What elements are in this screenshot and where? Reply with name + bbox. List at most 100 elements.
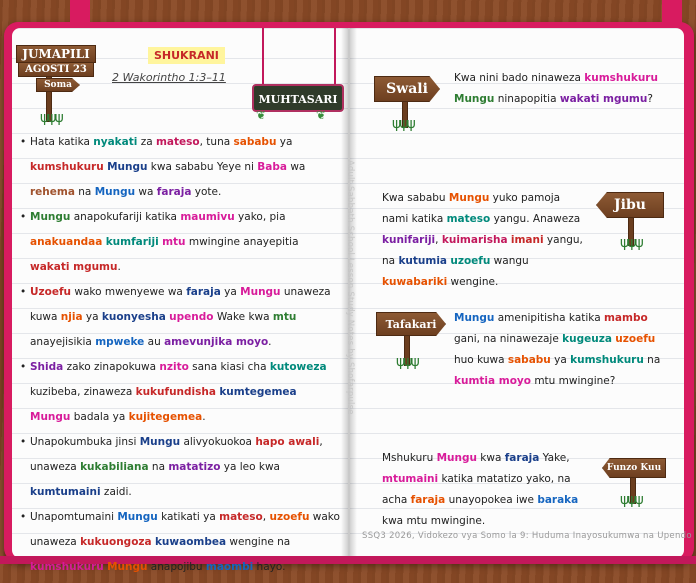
highlighted-word: Uzoefu <box>30 286 72 298</box>
highlighted-word: kukabiliana <box>80 461 149 473</box>
text-segment: zako zinapokuwa <box>63 361 160 373</box>
highlighted-word: amevunjika moyo <box>164 336 269 348</box>
highlighted-word: sababu <box>507 354 551 366</box>
text-segment: yote. <box>191 186 222 198</box>
highlighted-word: baraka <box>537 494 579 506</box>
lesson-footer: SSQ3 2026, Vidokezo vya Somo la 9: Hudum… <box>362 531 692 541</box>
reflection-sign: Tafakari <box>376 312 446 336</box>
text-segment: Hata katika <box>30 136 94 148</box>
highlighted-word: mtu <box>162 236 186 248</box>
highlighted-word: kumfariji <box>105 236 159 248</box>
question-text: Kwa nini bado ninaweza kumshukuru Mungu … <box>454 68 676 110</box>
highlighted-word: sababu <box>233 136 277 148</box>
text-segment: unayopokea iwe <box>445 494 538 506</box>
text-segment: sana kiasi cha <box>188 361 270 373</box>
text-segment: ya <box>220 286 241 298</box>
highlighted-word: kumshukuru <box>30 161 104 173</box>
highlighted-word: kutoweza <box>269 361 327 373</box>
highlighted-word: nzito <box>159 361 189 373</box>
summary-bullet: Mungu anapokufariji katika maumivu yako,… <box>20 205 340 280</box>
date-sign-label: AGOSTI 23 <box>25 64 87 75</box>
text-segment: ya <box>82 311 102 323</box>
text-segment: wa <box>135 186 157 198</box>
text-segment: Unapomtumaini <box>30 511 118 523</box>
summary-bullet: Shida zako zinapokuwa nzito sana kiasi c… <box>20 355 340 430</box>
text-segment: wangu <box>490 255 529 267</box>
date-sign: AGOSTI 23 <box>18 62 94 77</box>
day-sign-label: JUMAPILI <box>22 47 90 61</box>
text-segment: Kwa nini bado ninaweza <box>454 72 585 84</box>
highlighted-word: faraja <box>186 286 221 298</box>
text-segment: wengine na <box>226 536 291 548</box>
highlighted-word: kutumia <box>398 255 448 267</box>
text-segment: ya <box>276 136 293 148</box>
highlighted-word: uzoefu <box>450 255 491 267</box>
text-segment: ? <box>647 93 653 105</box>
text-segment: kwa sababu Yeye ni <box>147 161 258 173</box>
highlighted-word: njia <box>60 311 83 323</box>
highlighted-word: uzoefu <box>269 511 310 523</box>
highlighted-word: wakati mgumu <box>559 93 648 105</box>
highlighted-word: maombi <box>205 561 254 573</box>
text-segment: amenipitisha katika <box>494 312 604 324</box>
text-segment: anapokufariji katika <box>70 211 181 223</box>
highlighted-word: kumtegemea <box>219 386 297 398</box>
highlighted-word: mtu <box>272 311 297 323</box>
text-segment: yako, pia <box>234 211 286 223</box>
highlighted-word: Mungu <box>454 312 495 324</box>
question-sign-label: Swali <box>386 81 428 97</box>
summary-bullet-list: Hata katika nyakati za mateso, tuna saba… <box>20 130 340 580</box>
highlighted-word: kuonyesha <box>101 311 166 323</box>
text-segment: na <box>74 186 95 198</box>
text-segment: gani, na ninawezaje <box>454 333 563 345</box>
sign-rope <box>334 28 336 84</box>
highlighted-word: upendo <box>169 311 214 323</box>
highlighted-word: mateso <box>219 511 263 523</box>
highlighted-word: Mungu <box>107 561 148 573</box>
highlighted-word: Mungu <box>139 436 181 448</box>
summary-bullet: Uzoefu wako mwenyewe wa faraja ya Mungu … <box>20 280 340 355</box>
grass-icon: ψψψ <box>40 110 64 126</box>
leaf-icon: ❦ <box>256 108 267 122</box>
highlighted-word: mambo <box>603 312 648 324</box>
grass-icon: ψψψ <box>620 492 644 508</box>
highlighted-word: kumshukuru <box>30 561 104 573</box>
sign-rope <box>262 28 264 84</box>
highlighted-word: rehema <box>30 186 75 198</box>
text-segment: Mshukuru <box>382 452 437 464</box>
text-segment: huo kuwa <box>454 354 508 366</box>
highlighted-word: kuimarisha <box>441 234 508 246</box>
scripture-reference[interactable]: 2 Wakorintho 1:3–11 <box>112 71 226 84</box>
soma-sign: Soma <box>36 78 80 92</box>
highlighted-word: Mungu <box>240 286 281 298</box>
highlighted-word: mtumaini <box>382 473 439 485</box>
highlighted-word: Shida <box>30 361 64 373</box>
highlighted-word: imani <box>510 234 544 246</box>
text-segment: Yake, <box>539 452 570 464</box>
summary-bullet: Unapomtumaini Mungu katikati ya mateso, … <box>20 505 340 580</box>
highlighted-word: Mungu <box>30 411 71 423</box>
reflection-sign-label: Tafakari <box>385 318 437 331</box>
text-segment: , tuna <box>199 136 234 148</box>
text-segment: Kwa sababu <box>382 192 449 204</box>
text-segment: kuzibeba, zinaweza <box>30 386 136 398</box>
text-segment: kwa <box>476 452 505 464</box>
highlighted-word: matatizo <box>168 461 221 473</box>
highlighted-word: faraja <box>410 494 446 506</box>
text-segment: , <box>435 234 442 246</box>
highlighted-word: kumtia moyo <box>454 375 531 387</box>
highlighted-word: Mungu <box>454 93 495 105</box>
text-segment: na <box>643 354 661 366</box>
question-sign: Swali <box>374 76 440 102</box>
text-segment: unaweza <box>30 536 81 548</box>
highlighted-word: faraja <box>156 186 192 198</box>
grass-icon: ψψψ <box>392 116 416 132</box>
highlighted-word: Mungu <box>94 186 136 198</box>
text-segment: . <box>202 411 206 423</box>
highlighted-word: kukufundisha <box>135 386 216 398</box>
highlighted-word: mateso <box>155 136 200 148</box>
highlighted-word: kumshukuru <box>570 354 644 366</box>
text-segment: yangu. Anaweza <box>490 213 581 225</box>
highlighted-word: Baba <box>257 161 287 173</box>
text-segment: Wake kwa <box>213 311 273 323</box>
